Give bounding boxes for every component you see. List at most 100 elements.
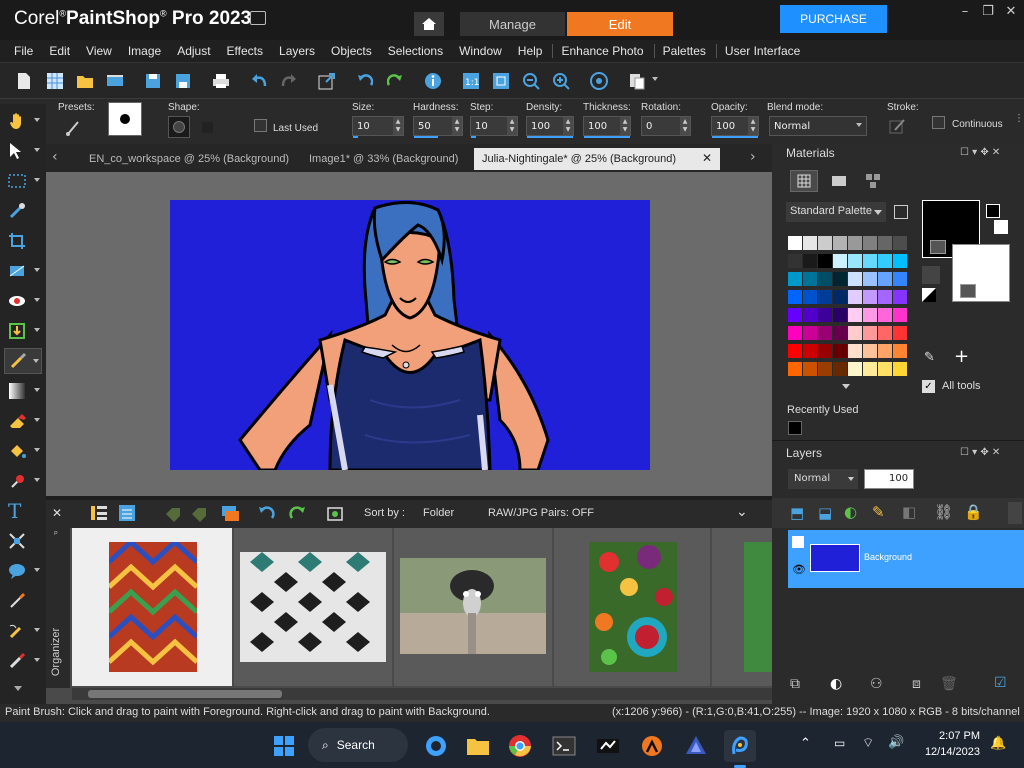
link-icon[interactable]: ⛓ — [934, 503, 953, 521]
organizer-scrollbar[interactable] — [72, 688, 772, 700]
color-swatch[interactable] — [803, 290, 817, 304]
fill-tool[interactable] — [4, 438, 42, 464]
color-swatch[interactable] — [788, 290, 802, 304]
capture-icon[interactable] — [326, 504, 344, 522]
layer-properties-icon[interactable]: ⧉ — [790, 676, 800, 692]
square-shape-button[interactable] — [196, 116, 218, 138]
volume-icon[interactable]: 🔊 — [888, 735, 904, 750]
steam-like-icon[interactable] — [592, 730, 624, 762]
color-swatch[interactable] — [863, 236, 877, 250]
navigation-icon[interactable] — [90, 504, 108, 522]
thumbnail-tile[interactable] — [72, 528, 232, 686]
transparent-icon[interactable] — [922, 288, 936, 302]
notifications-bell-icon[interactable]: 🔔 — [990, 736, 1006, 751]
thickness-input[interactable]: 100 ▲ ▼ — [583, 116, 631, 138]
pin-icon[interactable]: ᵖ — [54, 530, 58, 540]
organizer-rotate-left-icon[interactable] — [258, 505, 276, 521]
color-swatch[interactable] — [878, 308, 892, 322]
close-organizer-icon[interactable]: ✕ — [52, 506, 62, 520]
half-life-icon[interactable] — [636, 730, 668, 762]
adjustment-layer-icon[interactable]: ✎ — [872, 503, 885, 521]
swatches-tab-icon[interactable] — [864, 172, 882, 190]
color-swatch[interactable] — [803, 254, 817, 268]
eraser-tool[interactable] — [4, 408, 42, 434]
actual-size-icon[interactable]: 1:1 — [460, 70, 482, 92]
merge-icon[interactable]: ⧈ — [912, 676, 921, 692]
windows-start-icon[interactable] — [268, 730, 300, 762]
color-swatch[interactable] — [848, 362, 862, 376]
color-swatch[interactable] — [818, 236, 832, 250]
tray-display-icon[interactable]: ▭ — [834, 736, 845, 750]
tag-icon[interactable] — [164, 506, 182, 522]
thumbnail-tile[interactable] — [234, 528, 392, 686]
preset-shape-tool[interactable] — [4, 558, 42, 584]
color-swatch[interactable] — [818, 344, 832, 358]
color-swatch[interactable] — [848, 326, 862, 340]
color-swatch[interactable] — [833, 326, 847, 340]
color-swatch[interactable] — [803, 236, 817, 250]
color-swatch[interactable] — [893, 236, 907, 250]
tab-edit[interactable]: Edit — [567, 12, 673, 36]
menu-window[interactable]: Window — [451, 44, 510, 58]
brush-preset-icon[interactable] — [64, 117, 88, 137]
purchase-button[interactable]: PURCHASE — [780, 5, 887, 33]
last-used-checkbox[interactable] — [254, 119, 267, 132]
mask-layer-icon[interactable]: ⚇ — [870, 676, 883, 692]
color-swatch[interactable] — [788, 254, 802, 268]
bg-small-swatch[interactable] — [994, 220, 1008, 234]
fit-window-icon[interactable] — [490, 70, 512, 92]
menu-palettes[interactable]: Palettes — [653, 44, 714, 58]
add-icon[interactable]: + — [954, 346, 969, 367]
tag-remove-icon[interactable] — [190, 506, 208, 522]
palette-select[interactable]: Standard Palette — [786, 202, 886, 222]
new-group-icon[interactable]: ⬓ — [818, 504, 832, 522]
color-swatch[interactable] — [893, 272, 907, 286]
palette-options-icon[interactable] — [894, 205, 908, 219]
clipboard-icon[interactable] — [626, 70, 648, 92]
info-icon[interactable] — [422, 70, 444, 92]
menu-objects[interactable]: Objects — [323, 44, 380, 58]
tab-julia-nightingale[interactable]: Julia-Nightingale* @ 25% (Background) ✕ — [474, 148, 720, 170]
retouch-tool[interactable] — [4, 648, 42, 674]
color-swatch[interactable] — [863, 326, 877, 340]
red-eye-tool[interactable] — [4, 288, 42, 314]
visibility-eye-icon[interactable]: 👁 — [792, 564, 806, 576]
rotation-input[interactable]: 0 ▲ ▼ — [641, 116, 691, 136]
new-from-template-icon[interactable] — [44, 70, 66, 92]
color-swatch[interactable] — [818, 272, 832, 286]
tab-image1[interactable]: Image1* @ 33% (Background) — [301, 148, 466, 170]
color-swatch[interactable] — [833, 344, 847, 358]
round-shape-button[interactable] — [168, 116, 190, 138]
edge-beta-icon[interactable] — [420, 730, 452, 762]
clock-time[interactable]: 2:07 PM — [924, 730, 980, 742]
color-swatch[interactable] — [803, 272, 817, 286]
mask-icon[interactable]: ◐ — [844, 503, 857, 521]
chevron-down-icon[interactable] — [842, 384, 850, 389]
file-explorer-icon[interactable] — [462, 730, 494, 762]
color-swatch[interactable] — [878, 344, 892, 358]
color-swatch[interactable] — [818, 326, 832, 340]
color-swatch[interactable] — [833, 272, 847, 286]
color-swatch[interactable] — [788, 362, 802, 376]
collapse-organizer-icon[interactable]: ⌄ — [736, 504, 748, 520]
color-swatch[interactable] — [818, 290, 832, 304]
color-swatch[interactable] — [833, 254, 847, 268]
close-tab-icon[interactable]: ✕ — [702, 151, 712, 165]
minimize-icon[interactable]: – — [954, 2, 976, 20]
scanner-icon[interactable] — [104, 70, 126, 92]
dropper-icon[interactable]: ✎ — [924, 350, 935, 365]
color-swatch[interactable] — [893, 290, 907, 304]
bg-texture-icon[interactable] — [960, 284, 976, 298]
color-swatch[interactable] — [878, 362, 892, 376]
recent-color-swatch[interactable] — [788, 421, 802, 435]
panel-menu-icon[interactable]: ☐ ▾ ✥ ✕ — [960, 147, 1000, 158]
thumbnail-tile[interactable] — [554, 528, 710, 686]
color-swatch[interactable] — [818, 308, 832, 322]
tray-chevron-up-icon[interactable]: ⌃ — [800, 736, 811, 751]
layer-blend-select[interactable]: Normal — [788, 469, 858, 489]
color-swatch[interactable] — [893, 362, 907, 376]
color-swatch[interactable] — [803, 326, 817, 340]
open-folder-icon[interactable] — [74, 70, 96, 92]
scrollbar-thumb[interactable] — [88, 690, 282, 698]
save-as-icon[interactable] — [172, 70, 194, 92]
